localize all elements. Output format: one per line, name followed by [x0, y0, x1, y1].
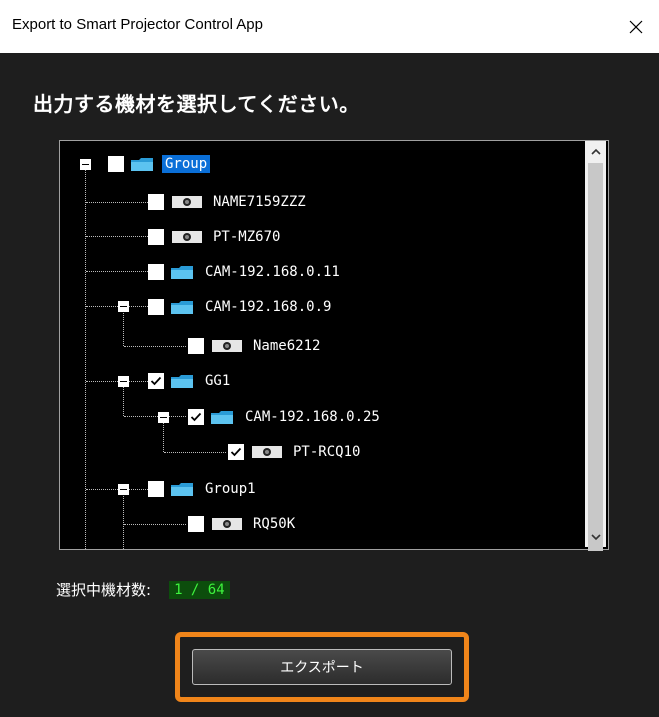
node-label: Name6212 — [253, 338, 321, 354]
scroll-up-button[interactable] — [585, 141, 606, 161]
projector-icon — [172, 231, 202, 243]
tree-line — [86, 271, 148, 272]
title-bar: Export to Smart Projector Control App — [0, 0, 659, 53]
tree-line — [124, 524, 186, 525]
checkmark-icon — [230, 447, 242, 457]
selection-count-label: 選択中機材数: — [56, 581, 152, 599]
close-icon — [629, 20, 643, 33]
tree-node[interactable]: Name6212 — [188, 335, 323, 357]
tree-node[interactable]: CAM-192.168.0.25 — [188, 406, 383, 428]
checkmark-icon — [150, 376, 162, 386]
node-label: Group1 — [205, 481, 256, 497]
node-label: CAM-192.168.0.9 — [205, 299, 332, 315]
node-checkbox[interactable] — [148, 264, 164, 280]
node-checkbox[interactable] — [148, 299, 164, 315]
tree-line — [86, 236, 148, 237]
node-label: GG1 — [205, 373, 231, 389]
tree-node[interactable]: PT-MZ670 — [148, 226, 283, 248]
node-label: NAME7159ZZZ — [213, 194, 306, 210]
projector-icon — [212, 340, 242, 352]
node-checkbox[interactable] — [148, 194, 164, 210]
node-checkbox[interactable] — [188, 338, 204, 354]
collapse-toggle[interactable] — [118, 301, 129, 312]
tree-node[interactable]: CAM-192.168.0.9 — [148, 296, 334, 318]
tree-node[interactable]: GG1 — [148, 370, 233, 392]
vertical-scrollbar[interactable] — [585, 141, 606, 551]
tree-line — [86, 306, 148, 307]
node-checkbox[interactable] — [148, 229, 164, 245]
tree-line — [124, 416, 186, 417]
collapse-toggle[interactable] — [80, 159, 91, 170]
node-checkbox[interactable] — [188, 409, 204, 425]
tree-node[interactable]: NAME7159ZZZ — [148, 191, 309, 213]
collapse-toggle[interactable] — [158, 412, 169, 423]
projector-icon — [172, 196, 202, 208]
tree-line — [123, 494, 124, 549]
tree-line — [123, 386, 124, 416]
projector-icon — [212, 518, 242, 530]
node-label: CAM-192.168.0.11 — [205, 264, 340, 280]
node-checkbox[interactable] — [148, 373, 164, 389]
chevron-up-icon — [590, 148, 601, 155]
tree-line — [86, 202, 148, 203]
node-label: PT-RCQ10 — [293, 444, 361, 460]
tree-line — [124, 346, 186, 347]
tree-line — [86, 489, 148, 490]
device-tree[interactable]: Group NAME7159ZZZ PT-MZ670 CAM-192.168.0… — [59, 140, 609, 550]
node-label: CAM-192.168.0.25 — [245, 409, 380, 425]
export-button[interactable]: エクスポート — [192, 649, 452, 685]
tree-node[interactable]: RQ50K — [188, 513, 298, 535]
collapse-toggle[interactable] — [118, 484, 129, 495]
folder-icon — [171, 483, 193, 496]
node-label: RQ50K — [253, 516, 296, 532]
tree-node[interactable]: CAM-192.168.0.11 — [148, 261, 343, 283]
node-label: PT-MZ670 — [213, 229, 281, 245]
folder-icon — [131, 158, 153, 171]
folder-icon — [171, 375, 193, 388]
tree-line — [85, 169, 86, 549]
folder-icon — [211, 411, 233, 424]
tree-line — [86, 381, 148, 382]
page-heading: 出力する機材を選択してください。 — [33, 92, 360, 116]
close-button[interactable] — [613, 0, 659, 53]
tree-line — [123, 311, 124, 346]
tree-node[interactable]: Group — [108, 153, 211, 175]
node-checkbox[interactable] — [188, 516, 204, 532]
tree-node[interactable]: Group1 — [148, 478, 259, 500]
projector-icon — [252, 446, 282, 458]
node-label: Group — [162, 155, 211, 173]
export-dialog: Export to Smart Projector Control App 出力… — [0, 0, 659, 717]
folder-icon — [171, 301, 193, 314]
selection-count: 選択中機材数: 1 / 64 — [56, 579, 230, 600]
node-checkbox[interactable] — [148, 481, 164, 497]
tree-line — [164, 452, 226, 453]
tree-line — [163, 422, 164, 452]
collapse-toggle[interactable] — [118, 376, 129, 387]
tree-node[interactable]: PT-RCQ10 — [228, 441, 363, 463]
selection-count-value: 1 / 64 — [169, 580, 230, 599]
scroll-thumb[interactable] — [588, 163, 603, 551]
node-checkbox[interactable] — [228, 444, 244, 460]
node-checkbox[interactable] — [108, 156, 124, 172]
window-title: Export to Smart Projector Control App — [12, 16, 263, 33]
folder-icon — [171, 266, 193, 279]
chevron-down-icon — [590, 533, 601, 540]
scroll-down-button[interactable] — [585, 527, 606, 547]
checkmark-icon — [190, 412, 202, 422]
